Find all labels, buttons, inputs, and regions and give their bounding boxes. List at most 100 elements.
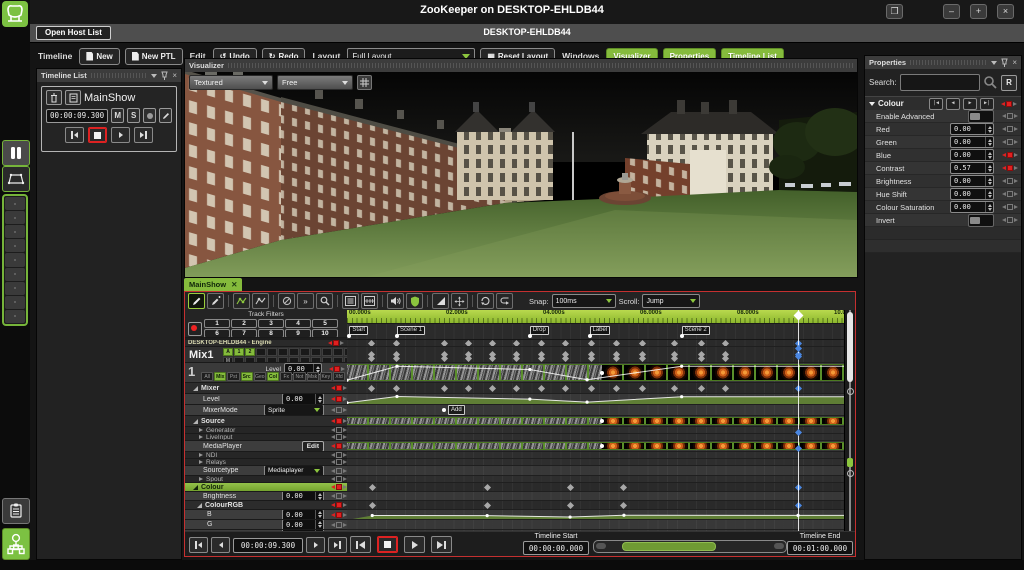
zoom-led-icon[interactable] xyxy=(847,458,853,467)
spinner-arrows[interactable] xyxy=(985,163,993,173)
preset-slot[interactable] xyxy=(5,282,25,295)
keyframe-indicator[interactable] xyxy=(327,396,347,402)
timeline-start-field[interactable]: 00:00:00.000 xyxy=(523,541,589,555)
value-spinner[interactable]: 0.00 xyxy=(282,520,324,530)
jump-end-button[interactable] xyxy=(328,537,347,553)
keyframe-indicator[interactable] xyxy=(998,152,1018,158)
track-header-sourcetype[interactable]: SourcetypeMediaplayer xyxy=(185,466,347,476)
keyframe-indicator[interactable] xyxy=(327,502,347,508)
skip-to-start-button[interactable] xyxy=(350,536,371,553)
spinner-arrows[interactable] xyxy=(985,124,993,134)
timeline-vscrollbar[interactable] xyxy=(844,310,855,534)
record-dot-button[interactable] xyxy=(143,108,156,123)
first-keyframe-button[interactable]: |◀ xyxy=(929,98,943,110)
preset-slot[interactable] xyxy=(5,268,25,281)
mix-cell-active[interactable]: A xyxy=(223,348,233,356)
track-filter-button[interactable]: 3 xyxy=(258,319,284,328)
level-curve-lane[interactable] xyxy=(347,394,845,405)
automation-curve[interactable] xyxy=(347,363,845,383)
visualizer-scene[interactable] xyxy=(185,72,857,277)
track-dropdown[interactable]: Mediaplayer xyxy=(264,466,324,476)
layer-chip-mix[interactable]: Mix xyxy=(214,372,226,381)
panel-grip[interactable] xyxy=(91,73,148,78)
keyframe-indicator[interactable] xyxy=(327,476,347,482)
keyframe-diamond[interactable] xyxy=(369,483,376,490)
zoom-tool-button[interactable] xyxy=(316,293,333,309)
record-arm-button[interactable] xyxy=(188,322,202,336)
track-filter-button[interactable]: 5 xyxy=(312,319,338,328)
track-header-mediaplayer[interactable]: MediaPlayerEdit xyxy=(185,441,347,452)
track-dropdown[interactable]: Sprite xyxy=(264,405,324,416)
mix-cell[interactable] xyxy=(322,348,332,356)
timeline-end-field[interactable]: 00:01:00.000 xyxy=(787,541,853,555)
toggle-switch[interactable] xyxy=(968,110,994,123)
new-ptl-button[interactable]: New PTL xyxy=(125,48,183,65)
timeline-name[interactable]: MainShow xyxy=(84,92,135,104)
hippo-network-icon[interactable] xyxy=(2,528,30,560)
cue-list-button[interactable] xyxy=(342,293,359,309)
mix-cell[interactable] xyxy=(311,348,321,356)
keyframe-diamond[interactable] xyxy=(671,384,678,391)
timeline-marker-flag[interactable]: Label xyxy=(590,326,611,335)
layer-chip-key[interactable]: Key xyxy=(320,372,332,381)
keyframe-diamond[interactable] xyxy=(620,501,627,508)
keyframe-diamond[interactable] xyxy=(513,355,520,362)
keyframe-diamond[interactable] xyxy=(368,384,375,391)
keyframe-diamond[interactable] xyxy=(671,340,678,347)
preset-slot[interactable] xyxy=(5,296,25,309)
preset-slot[interactable] xyxy=(5,239,25,252)
skip-to-start-button[interactable] xyxy=(65,127,84,143)
layer-chip-src[interactable]: Src xyxy=(241,372,253,381)
track-filter-button[interactable]: 9 xyxy=(285,329,311,338)
grid-lane-relays[interactable] xyxy=(347,459,845,466)
media-clip-flowers[interactable] xyxy=(602,442,845,450)
preset-slot[interactable] xyxy=(5,197,25,210)
preset-slot[interactable] xyxy=(5,253,25,266)
keyframe-diamond[interactable] xyxy=(588,384,595,391)
timeline-ruler[interactable]: 00.000s02.000s04.000s06.000s08.000s10.00… xyxy=(347,310,845,324)
track-header-ndi[interactable]: NDI xyxy=(185,452,347,459)
track-header-mixer[interactable]: Mixer xyxy=(185,383,347,394)
keyframe-indicator[interactable] xyxy=(327,385,347,391)
timeline-marker-flag[interactable]: Scene 2 xyxy=(682,326,710,335)
camera-mode-dropdown[interactable]: Free xyxy=(277,75,353,90)
spinner-arrows[interactable] xyxy=(985,176,993,186)
automation-curve[interactable] xyxy=(347,394,845,405)
panel-grip[interactable] xyxy=(228,63,853,68)
timeline-marker-flag[interactable]: Start xyxy=(349,326,368,335)
track-header-generator[interactable]: Generator xyxy=(185,427,347,434)
keyframe-diamond[interactable] xyxy=(620,483,627,490)
expand-icon[interactable] xyxy=(193,386,198,391)
grid-lane-ndi[interactable] xyxy=(347,452,845,459)
track-header-colourrgb[interactable]: ColourRGB xyxy=(185,501,347,510)
notes-clipboard-icon[interactable] xyxy=(2,498,30,524)
marker-dot[interactable] xyxy=(588,334,592,338)
multi-draw-tool-button[interactable] xyxy=(207,293,224,309)
grid-lane-sourcetype[interactable] xyxy=(347,466,845,476)
spinner-arrows[interactable] xyxy=(315,492,323,501)
keyframe-indicator[interactable] xyxy=(327,418,347,424)
b-curve-lane[interactable] xyxy=(347,510,845,520)
next-keyframe-button[interactable]: ▶ xyxy=(963,98,977,110)
zoom-ring-icon[interactable] xyxy=(847,470,854,477)
grid-lane-spout[interactable] xyxy=(347,476,845,483)
maximize-icon[interactable]: + xyxy=(970,4,987,19)
layer-chip-col[interactable]: Col xyxy=(267,372,279,381)
delete-timeline-button[interactable] xyxy=(46,90,62,105)
keyframe-diamond[interactable] xyxy=(484,501,491,508)
engine-header-inner[interactable]: DESKTOP-EHLDB44 - Engine xyxy=(185,340,347,346)
collapsed-icon[interactable] xyxy=(199,435,203,439)
hscroll-thumb[interactable] xyxy=(622,542,716,551)
search-reset-button[interactable]: R xyxy=(1001,75,1017,91)
new-timeline-button[interactable]: New xyxy=(79,48,119,65)
skip-to-end-button[interactable] xyxy=(134,127,153,143)
keyframe-diamond[interactable] xyxy=(489,340,496,347)
snap-dropdown[interactable]: 100ms xyxy=(552,294,616,308)
spinner-arrows[interactable] xyxy=(315,394,323,404)
track-header-spout[interactable]: Spout xyxy=(185,476,347,483)
stop-button[interactable] xyxy=(88,127,107,143)
zookeeper-logo-icon[interactable] xyxy=(2,1,28,27)
keyframe-diamond[interactable] xyxy=(562,340,569,347)
keyframe-diamond[interactable] xyxy=(588,340,595,347)
media-clip-noise[interactable] xyxy=(347,442,602,450)
